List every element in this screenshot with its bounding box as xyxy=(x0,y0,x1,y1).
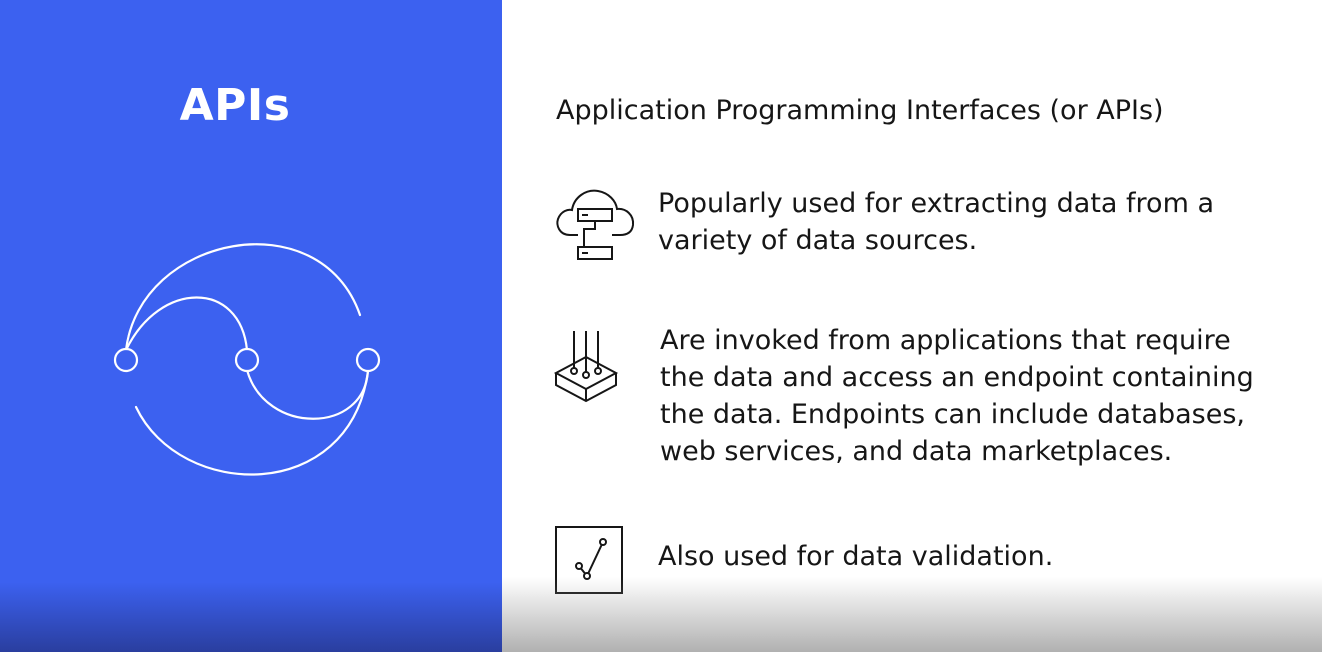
point-line: the data and access an endpoint containi… xyxy=(660,362,1254,393)
api-connection-icon xyxy=(113,243,381,476)
panel-title: APIs xyxy=(179,80,291,131)
point-line: variety of data sources. xyxy=(658,225,978,256)
point-line: web services, and data marketplaces. xyxy=(660,436,1173,467)
point-line: Are invoked from applications that requi… xyxy=(660,325,1231,356)
right-panel: Application Programming Interfaces (or A… xyxy=(502,0,1322,652)
point-line: the data. Endpoints can include database… xyxy=(660,399,1246,430)
endpoint-icon xyxy=(553,331,619,403)
section-heading: Application Programming Interfaces (or A… xyxy=(556,95,1164,126)
cloud-data-source-icon xyxy=(556,189,635,260)
point-line: Also used for data validation. xyxy=(658,541,1054,572)
left-panel: APIs xyxy=(0,0,502,652)
point-line: Popularly used for extracting data from … xyxy=(658,188,1214,219)
